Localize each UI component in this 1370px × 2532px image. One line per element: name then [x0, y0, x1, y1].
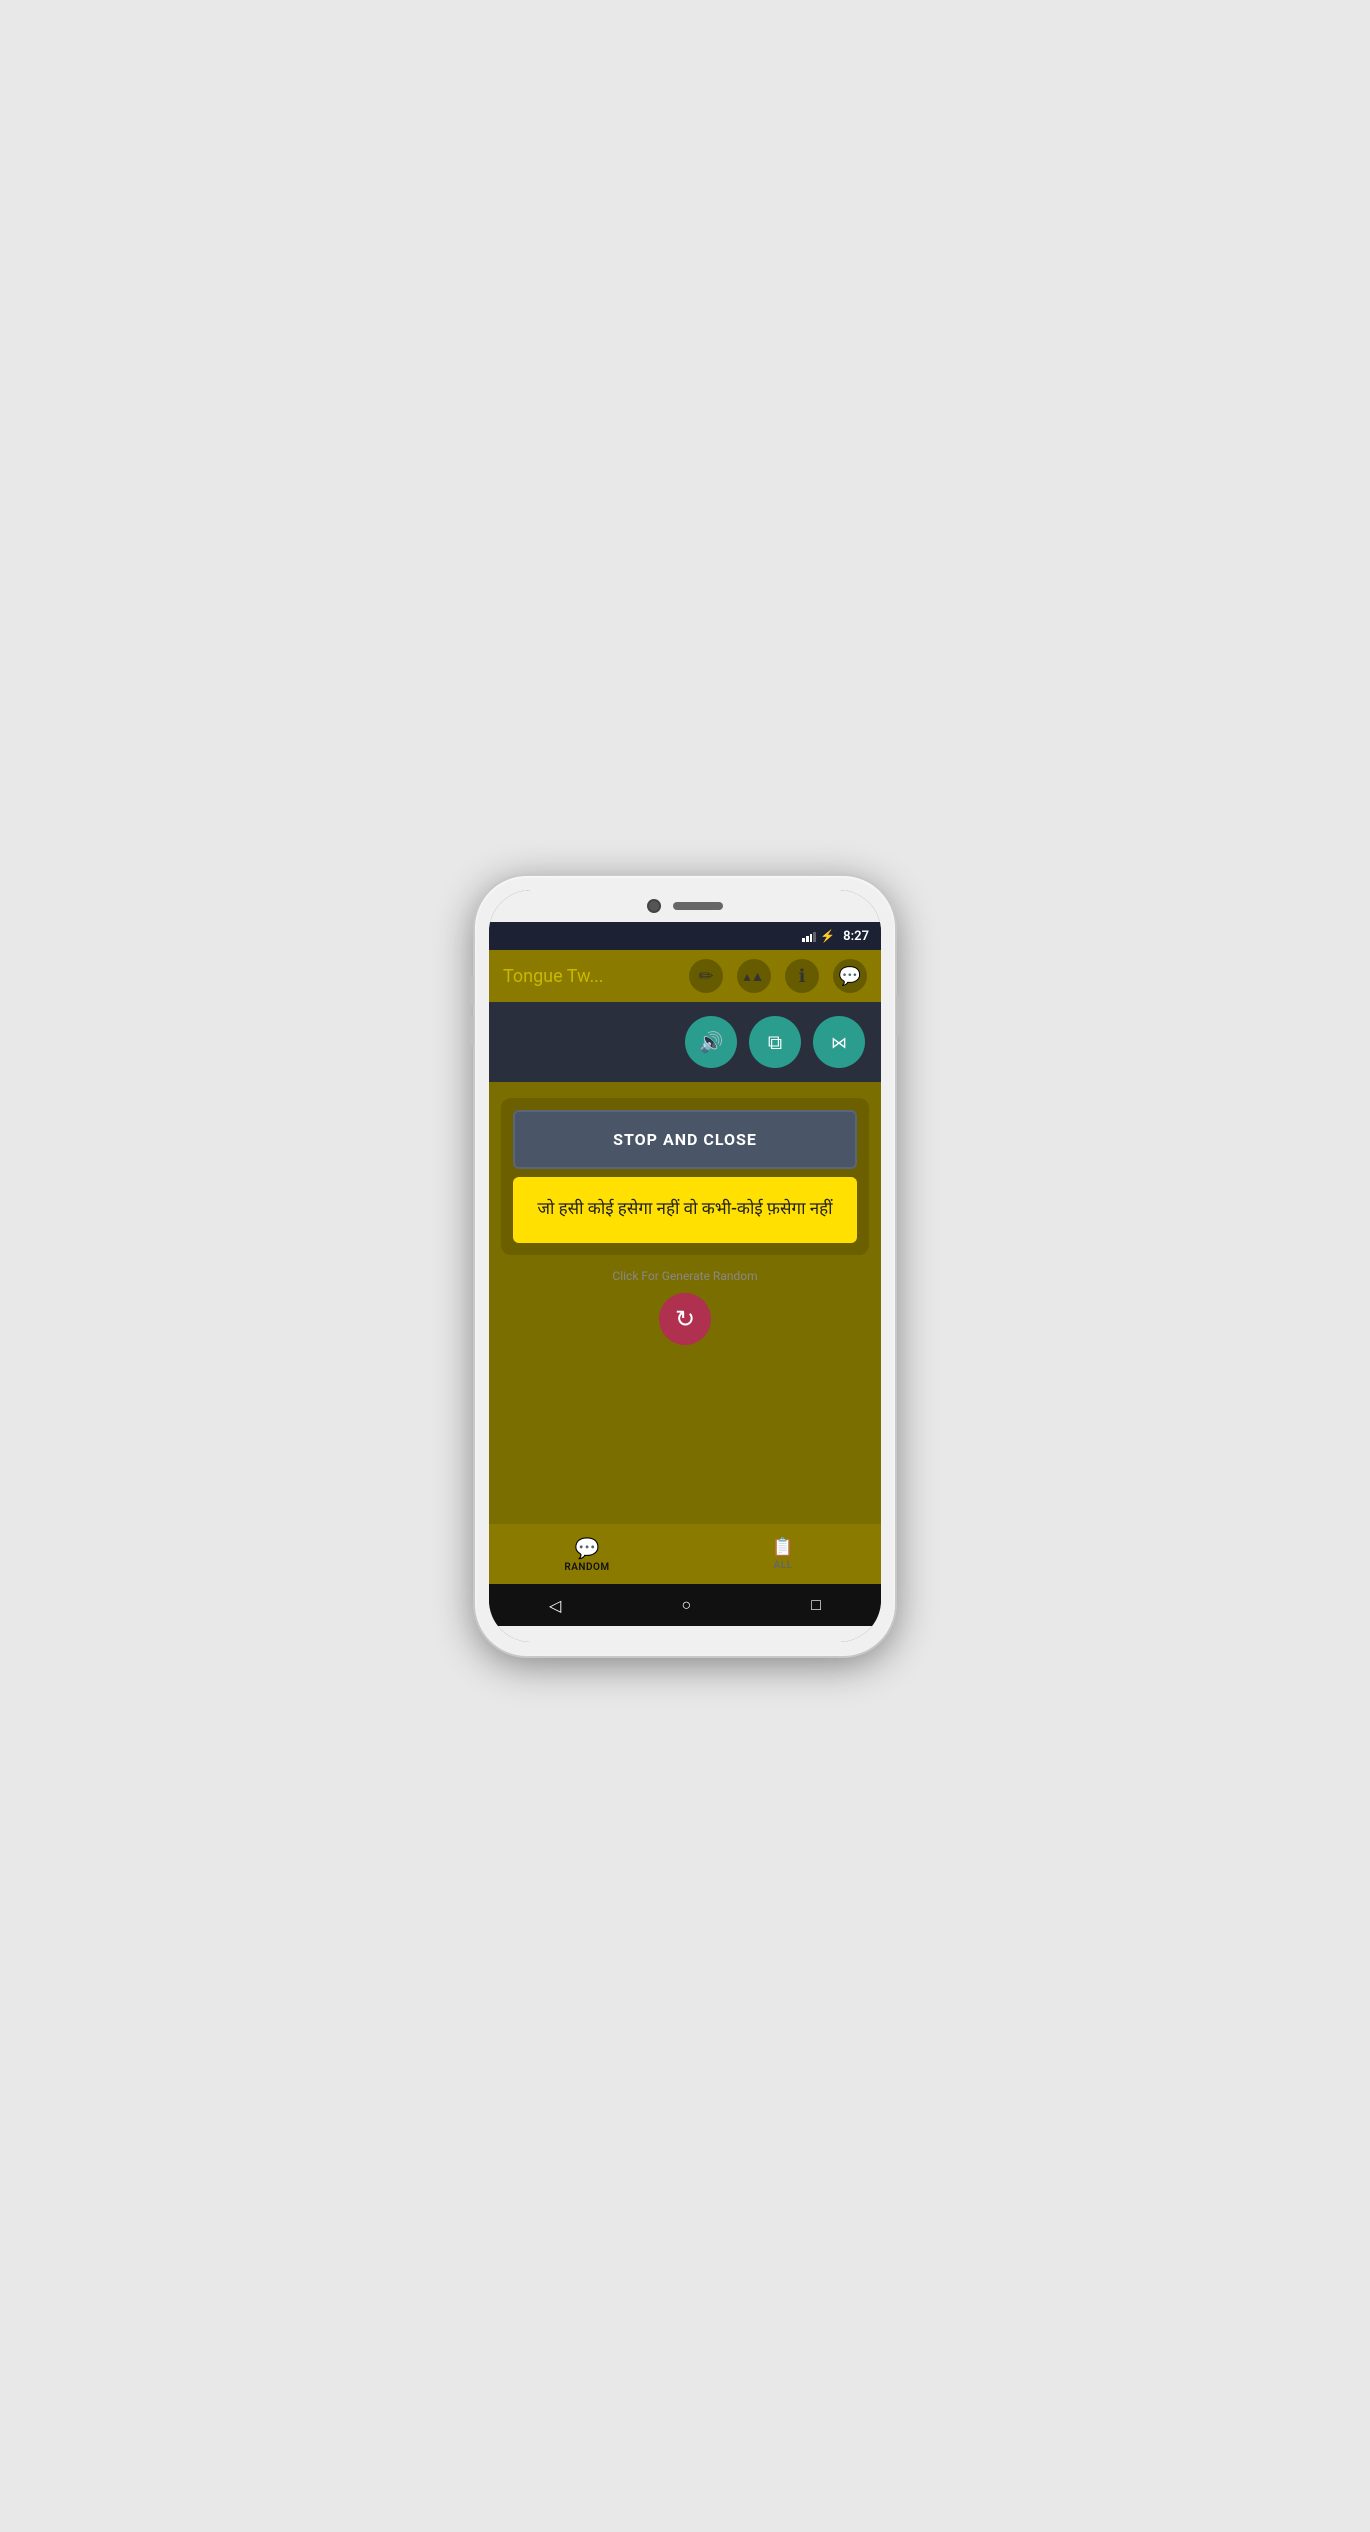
- signal-icon: [802, 930, 816, 942]
- bottom-nav: 💬 RANDOM 📋 ALL: [489, 1524, 881, 1584]
- card-container: STOP AND CLOSE जो हसी कोई हसेगा नहीं वो …: [501, 1098, 869, 1255]
- app-bar: Tongue Tw... ✏ ▴▲ ℹ 💬: [489, 950, 881, 1002]
- recents-button[interactable]: □: [811, 1595, 821, 1615]
- status-bar: ⚡ 8:27: [489, 922, 881, 950]
- system-nav-bar: ◁ ○ □: [489, 1584, 881, 1626]
- phone-top-bezel: [489, 890, 881, 922]
- action-row: 🔊 ⧉ ⋈: [489, 1002, 881, 1082]
- back-icon: ◁: [549, 1596, 561, 1615]
- speak-icon: 🔊: [699, 1030, 724, 1054]
- recents-icon: □: [811, 1595, 821, 1615]
- battery-icon: ⚡: [820, 929, 835, 943]
- status-time: 8:27: [843, 929, 869, 944]
- stop-close-label: STOP AND CLOSE: [613, 1130, 757, 1149]
- generate-hint: Click For Generate Random: [612, 1269, 757, 1283]
- chat-button[interactable]: 💬: [833, 959, 867, 993]
- tongue-twister-text: जो हसी कोई हसेगा नहीं वो कभी-कोई फ़सेगा …: [537, 1199, 832, 1219]
- home-icon: ○: [681, 1595, 691, 1615]
- tongue-twister-card: जो हसी कोई हसेगा नहीं वो कभी-कोई फ़सेगा …: [513, 1177, 857, 1243]
- edit-icon: ✏: [698, 966, 713, 987]
- info-icon: ℹ: [799, 966, 806, 987]
- phone-device: ⚡ 8:27 Tongue Tw... ✏ ▴▲ ℹ 💬: [475, 876, 895, 1656]
- random-nav-icon: 💬: [575, 1536, 600, 1560]
- share-icon: ▴▲: [744, 968, 765, 985]
- copy-button[interactable]: ⧉: [749, 1016, 801, 1068]
- info-button[interactable]: ℹ: [785, 959, 819, 993]
- phone-bottom-bezel: [489, 1626, 881, 1642]
- nav-item-random[interactable]: 💬 RANDOM: [489, 1536, 685, 1573]
- back-button[interactable]: ◁: [549, 1596, 561, 1615]
- main-content: STOP AND CLOSE जो हसी कोई हसेगा नहीं वो …: [489, 1082, 881, 1524]
- home-button[interactable]: ○: [681, 1595, 691, 1615]
- refresh-icon: ↻: [675, 1305, 695, 1333]
- refresh-button[interactable]: ↻: [659, 1293, 711, 1345]
- copy-icon: ⧉: [768, 1030, 782, 1054]
- screen-content: 🔊 ⧉ ⋈ STOP AND CLOSE ज: [489, 1002, 881, 1626]
- share-action-button[interactable]: ⋈: [813, 1016, 865, 1068]
- share-button[interactable]: ▴▲: [737, 959, 771, 993]
- below-card-area: Click For Generate Random ↻: [501, 1255, 869, 1513]
- vol-up-button[interactable]: [470, 976, 474, 1006]
- vol-down-button[interactable]: [470, 1016, 474, 1046]
- share-action-icon: ⋈: [831, 1033, 847, 1052]
- speak-button[interactable]: 🔊: [685, 1016, 737, 1068]
- edit-button[interactable]: ✏: [689, 959, 723, 993]
- random-nav-label: RANDOM: [564, 1562, 609, 1573]
- all-nav-icon: 📋: [772, 1537, 794, 1558]
- power-button[interactable]: [896, 996, 900, 1036]
- app-title: Tongue Tw...: [503, 966, 689, 987]
- stop-close-button[interactable]: STOP AND CLOSE: [513, 1110, 857, 1169]
- camera-lens: [647, 899, 661, 913]
- status-icons: ⚡ 8:27: [802, 929, 869, 944]
- all-nav-label: ALL: [774, 1560, 793, 1571]
- earpiece-speaker: [673, 902, 723, 910]
- nav-item-all[interactable]: 📋 ALL: [685, 1537, 881, 1571]
- chat-icon: 💬: [839, 966, 861, 987]
- phone-screen: ⚡ 8:27 Tongue Tw... ✏ ▴▲ ℹ 💬: [489, 890, 881, 1642]
- app-bar-icons: ✏ ▴▲ ℹ 💬: [689, 959, 867, 993]
